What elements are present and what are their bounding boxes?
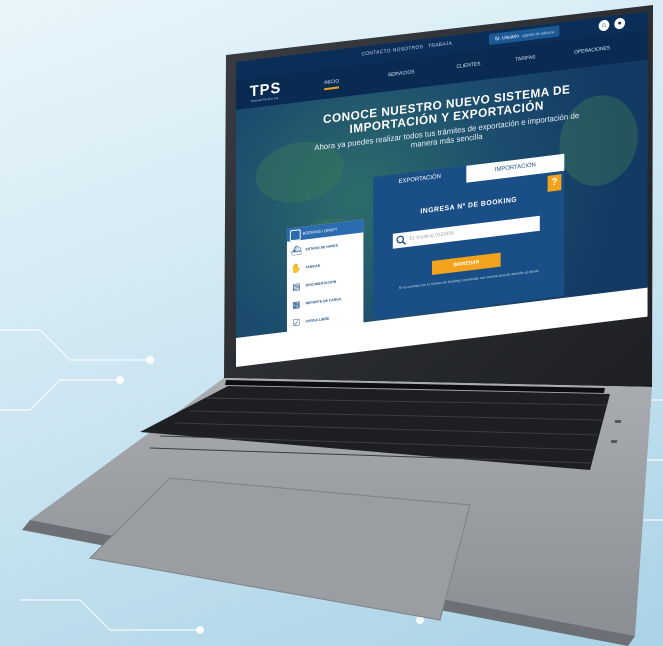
booking-panel: INGRESA Nº DE BOOKING Ej: booking 012345… (373, 170, 565, 320)
ship-icon: ⛴ (290, 244, 303, 257)
sidemenu-item-label: TARIFAS (305, 263, 321, 270)
ingresar-button[interactable]: INGRESAR (432, 252, 501, 275)
booking-placeholder: Ej: booking 0123456 (409, 230, 455, 242)
topbar-link-nosotros[interactable]: NOSOTROS (393, 44, 423, 54)
home-icon[interactable]: ⌂ (598, 19, 610, 32)
nav-servicios[interactable]: SERVICIOS (388, 69, 415, 78)
side-quick-menu: BOOKING / DRAFT ⛴ ESTADO DE NAVES ✋ TARI… (286, 219, 364, 341)
booking-icon (289, 229, 301, 242)
check-doc-icon: ☑ (292, 317, 301, 329)
sidemenu-item-carga-libre[interactable]: ☑ CARGA LIBRE (291, 309, 362, 332)
hand-coin-icon: ✋ (290, 262, 302, 275)
nav-operaciones[interactable]: OPERACIONES (574, 45, 610, 55)
document-icon: ▤ (292, 281, 301, 293)
topbar-link-contacto[interactable]: CONTACTO (361, 48, 390, 58)
user-role: agente de aduana (522, 29, 554, 38)
booking-help-note: Si no cuentas con tu número de booking c… (398, 268, 539, 291)
hero-section: CONOCE NUESTRO NUEVO SISTEMA DE IMPORTAC… (236, 59, 648, 367)
sidemenu-item-label: CARGA LIBRE (305, 316, 330, 324)
nav-inicio[interactable]: INICIO (324, 78, 340, 91)
topbar-link-trabaja[interactable]: TRABAJA (428, 41, 452, 50)
help-button[interactable]: ? (547, 174, 562, 192)
report-icon: ▦ (292, 299, 301, 311)
website-screen: CONTACTO NOSOTROS TRABAJA Sr. Usuario ag… (236, 11, 648, 367)
nav-clientes[interactable]: CLIENTES (457, 61, 481, 70)
sidemenu-item-label: ESTADO DE NAVES (305, 243, 338, 252)
user-icon[interactable]: ● (614, 17, 626, 30)
search-icon (396, 235, 407, 245)
nav-tarifas[interactable]: TARIFAS (515, 54, 535, 62)
sidemenu-item-label: REPORTE DE CARGA (305, 297, 342, 306)
sidemenu-header-label: BOOKING / DRAFT (302, 226, 338, 236)
user-name: Sr. Usuario (494, 33, 519, 43)
sidemenu-item-label: DOCUMENTACIÓN (305, 279, 337, 288)
booking-input[interactable]: Ej: booking 0123456 (392, 215, 540, 249)
